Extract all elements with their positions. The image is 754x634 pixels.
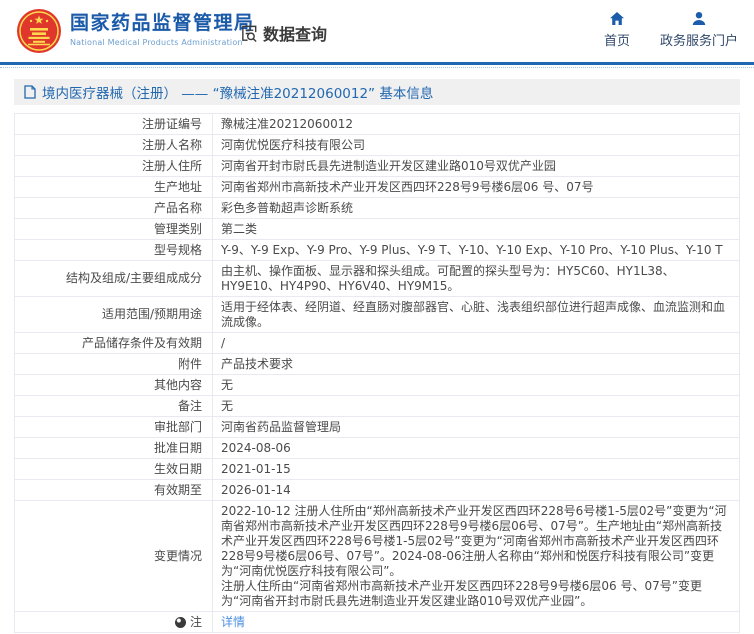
header-rule	[0, 62, 754, 65]
user-icon	[692, 12, 706, 25]
table-row: 产品储存条件及有效期 /	[15, 332, 739, 353]
row-value: 由主机、操作面板、显示器和探头组成。可配置的探头型号为：HY5C60、HY1L3…	[221, 263, 675, 293]
row-label-text: 注册证编号	[141, 116, 202, 131]
row-value: 河南省药品监督管理局	[221, 419, 342, 434]
table-row: 注册人名称 河南优悦医疗科技有限公司	[15, 134, 739, 155]
row-value: 产品技术要求	[221, 356, 294, 371]
home-icon	[609, 12, 624, 25]
row-label-text: 审批部门	[153, 419, 202, 434]
breadcrumb: 境内医疗器械（注册） —— “豫械注准20212060012” 基本信息	[14, 79, 740, 105]
table-row: 管理类别 第二类	[15, 218, 739, 239]
row-label: 生效日期	[15, 459, 213, 479]
header-dotted-rule	[0, 67, 754, 68]
row-value: 2026-01-14	[221, 482, 291, 497]
table-row: 其他内容 无	[15, 374, 739, 395]
table-row: 备注 无	[15, 395, 739, 416]
table-row: 生效日期 2021-01-15	[15, 458, 739, 479]
row-label: 管理类别	[15, 219, 213, 239]
row-label-text: 备注	[177, 398, 202, 413]
org-title-en: National Medical Products Administration	[70, 38, 243, 47]
row-label-text: 生产地址	[153, 179, 202, 194]
table-row: 附件 产品技术要求	[15, 353, 739, 374]
row-label: 其他内容	[15, 375, 213, 395]
row-value: /	[221, 335, 226, 350]
row-label-text: 附件	[177, 356, 202, 371]
row-value: 豫械注准20212060012	[221, 116, 353, 131]
table-row: 型号规格 Y-9、Y-9 Exp、Y-9 Pro、Y-9 Plus、Y-9 T、Y…	[15, 239, 739, 260]
row-value: 第二类	[221, 221, 258, 236]
row-label: 审批部门	[15, 417, 213, 437]
row-value: 河南优悦医疗科技有限公司	[221, 137, 366, 152]
nav-item-portal[interactable]: 政务服务门户	[660, 11, 738, 49]
table-row: 审批部门 河南省药品监督管理局	[15, 416, 739, 437]
row-label: 附件	[15, 354, 213, 374]
nav-home-label: 首页	[603, 34, 630, 49]
table-row: 产品名称 彩色多普勒超声诊断系统	[15, 197, 739, 218]
row-label: 结构及组成/主要组成成分	[15, 261, 213, 296]
national-emblem-logo	[17, 9, 61, 53]
row-value: 2022-10-12 注册人住所由“郑州高新技术产业开发区西四环228号6号楼1…	[221, 503, 727, 608]
row-value: 2024-08-06	[221, 440, 291, 455]
breadcrumb-text: 境内医疗器械（注册） —— “豫械注准20212060012” 基本信息	[42, 86, 434, 102]
row-label: 注册人住所	[15, 156, 213, 176]
table-row: 结构及组成/主要组成成分 由主机、操作面板、显示器和探头组成。可配置的探头型号为：…	[15, 260, 739, 296]
row-label-text: 注册人名称	[141, 137, 202, 152]
row-value: 详情	[213, 612, 739, 632]
table-row: 注册人住所 河南省开封市尉氏县先进制造业开发区建业路010号双优产业园	[15, 155, 739, 176]
row-value: 无	[221, 377, 234, 392]
note-icon	[174, 616, 186, 628]
brand-block: 国家药品监督管理局 National Medical Products Admi…	[70, 11, 255, 47]
row-label: 适用范围/预期用途	[15, 297, 213, 332]
row-label-text: 产品储存条件及有效期	[81, 335, 202, 350]
table-row: 生产地址 河南省郑州市高新技术产业开发区西四环228号9号楼6层06 号、07号	[15, 176, 739, 197]
row-label: 产品储存条件及有效期	[15, 333, 213, 353]
org-title-cn: 国家药品监督管理局	[70, 12, 255, 34]
document-icon	[24, 85, 36, 99]
row-label-text: 型号规格	[153, 242, 202, 257]
row-label-text: 变更情况	[153, 548, 202, 563]
row-label: 注	[15, 612, 213, 632]
nav-item-home[interactable]: 首页	[604, 11, 630, 49]
table-row: 变更情况 2022-10-12 注册人住所由“郑州高新技术产业开发区西四环228号…	[15, 500, 739, 611]
data-query-icon	[242, 25, 257, 42]
table-row: 注册证编号 豫械注准20212060012	[15, 114, 739, 134]
row-label-text: 注册人住所	[141, 158, 202, 173]
row-label-text: 其他内容	[153, 377, 202, 392]
detail-link[interactable]: 详情	[221, 615, 245, 630]
row-label: 型号规格	[15, 240, 213, 260]
row-value: 适用于经体表、经阴道、经直肠对腹部器官、心脏、浅表组织部位进行超声成像、血流监测…	[221, 299, 726, 329]
row-label-text: 有效期至	[153, 482, 202, 497]
info-table: 注册证编号 豫械注准20212060012 注册人名称 河南优悦医疗科技有限公司 注册人…	[14, 113, 740, 633]
row-label: 生产地址	[15, 177, 213, 197]
row-label: 有效期至	[15, 480, 213, 500]
data-query-label: 数据查询	[263, 25, 328, 44]
data-query-menu[interactable]: 数据查询	[240, 21, 327, 45]
row-label-text: 管理类别	[153, 221, 202, 236]
row-value: Y-9、Y-9 Exp、Y-9 Pro、Y-9 Plus、Y-9 T、Y-10、…	[221, 242, 723, 257]
row-label: 备注	[15, 396, 213, 416]
row-value: 河南省开封市尉氏县先进制造业开发区建业路010号双优产业园	[221, 158, 556, 173]
row-label-text: 批准日期	[153, 440, 202, 455]
row-label-text: 注	[189, 614, 202, 629]
table-row: 有效期至 2026-01-14	[15, 479, 739, 500]
row-label: 注册证编号	[15, 114, 213, 134]
table-row: 注 详情	[15, 611, 739, 632]
row-label: 变更情况	[15, 501, 213, 611]
nav-portal-label: 政务服务门户	[659, 34, 738, 49]
row-label: 产品名称	[15, 198, 213, 218]
row-label-text: 适用范围/预期用途	[101, 307, 202, 321]
table-row: 适用范围/预期用途 适用于经体表、经阴道、经直肠对腹部器官、心脏、浅表组织部位进行…	[15, 296, 739, 332]
row-label: 注册人名称	[15, 135, 213, 155]
row-value: 彩色多普勒超声诊断系统	[221, 200, 354, 215]
row-label-text: 结构及组成/主要组成成分	[65, 271, 202, 285]
row-label-text: 生效日期	[153, 461, 202, 476]
row-value: 2021-01-15	[221, 461, 291, 476]
row-value: 无	[221, 398, 234, 413]
site-header: 国家药品监督管理局 National Medical Products Admi…	[0, 0, 754, 62]
table-row: 批准日期 2024-08-06	[15, 437, 739, 458]
row-value: 河南省郑州市高新技术产业开发区西四环228号9号楼6层06 号、07号	[221, 179, 594, 194]
top-nav: 首页 政务服务门户	[604, 11, 738, 49]
row-label-text: 产品名称	[153, 200, 202, 215]
row-label: 批准日期	[15, 438, 213, 458]
